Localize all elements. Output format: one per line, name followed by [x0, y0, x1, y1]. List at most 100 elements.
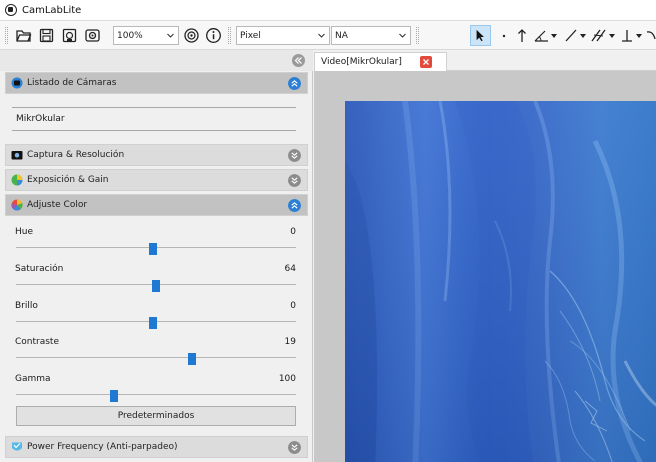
section-color-adjust[interactable]: Adjuste Color	[5, 194, 308, 216]
close-tab-button[interactable]	[420, 56, 432, 68]
chevron-down-icon	[167, 33, 174, 38]
open-button[interactable]	[14, 26, 33, 45]
dropdown-icon	[580, 33, 586, 38]
section-label: Listado de Cámaras	[27, 78, 117, 88]
slider-thumb[interactable]	[149, 317, 158, 329]
record-button[interactable]	[60, 26, 79, 45]
save-icon	[39, 28, 54, 43]
power-frequency-icon	[12, 442, 22, 451]
unit-value: Pixel	[240, 30, 261, 41]
line-tool-button[interactable]	[564, 27, 586, 44]
section-label: Adjuste Color	[27, 200, 88, 210]
slider-label: Contraste	[15, 337, 59, 347]
section-capture-resolution[interactable]: Captura & Resolución	[5, 144, 308, 166]
section-power-frequency[interactable]: Power Frequency (Anti-parpadeo)	[5, 436, 308, 458]
video-frame[interactable]	[345, 101, 656, 462]
toolbar-grip[interactable]	[228, 27, 231, 44]
slider-label: Hue	[15, 227, 34, 237]
camera-list-item[interactable]: MikrOkular	[12, 107, 296, 131]
settings-icon	[184, 28, 199, 43]
cursor-icon	[476, 29, 484, 42]
line-icon	[565, 29, 577, 42]
collapse-panel-button[interactable]	[292, 54, 305, 67]
arrow-up-icon	[518, 29, 526, 42]
slider-label: Gamma	[15, 374, 51, 384]
toolbar-grip[interactable]	[416, 27, 419, 44]
angle-icon	[534, 30, 548, 42]
snapshot-icon	[85, 29, 100, 42]
slider-value: 64	[284, 264, 296, 274]
slider-track[interactable]	[16, 394, 296, 395]
chevron-up-icon[interactable]	[288, 199, 301, 212]
camera-name: MikrOkular	[16, 114, 65, 124]
slider-track[interactable]	[16, 357, 296, 358]
slider-value: 0	[290, 301, 296, 311]
record-icon	[62, 28, 77, 43]
perpendicular-icon	[622, 30, 632, 42]
chevron-down-icon	[399, 33, 406, 38]
unit-select[interactable]: Pixel	[236, 26, 330, 45]
calibration-select[interactable]: NA	[331, 26, 411, 45]
arrow-tool-button[interactable]	[516, 27, 528, 44]
microscope-image	[345, 101, 656, 462]
close-icon	[423, 59, 429, 65]
slider-thumb[interactable]	[110, 390, 118, 402]
app-logo-icon	[5, 4, 17, 16]
open-folder-icon	[16, 30, 32, 42]
title-bar: CamLabLite	[0, 0, 656, 21]
angle-tool-button[interactable]	[533, 27, 557, 44]
control-panel: Listado de Cámaras MikrOkular Captura & …	[0, 50, 313, 462]
arc-icon	[646, 31, 656, 40]
perpendicular-tool-button[interactable]	[620, 27, 642, 44]
tab-video[interactable]: Video[MikrOkular]	[314, 52, 447, 71]
dropdown-icon	[551, 33, 557, 38]
zoom-value: 100%	[117, 30, 143, 41]
double-chevron-left-icon	[294, 57, 302, 64]
chevron-down-icon[interactable]	[288, 441, 301, 454]
zoom-select[interactable]: 100%	[113, 26, 179, 45]
slider-value: 100	[278, 374, 296, 384]
chevron-up-icon[interactable]	[288, 77, 301, 90]
slider-thumb[interactable]	[149, 243, 158, 255]
slider-thumb[interactable]	[188, 353, 197, 365]
calibration-value: NA	[335, 30, 348, 41]
slider-label: Saturación	[15, 264, 64, 274]
info-icon	[206, 28, 221, 43]
slider-value: 0	[290, 227, 296, 237]
window-title: CamLabLite	[22, 4, 82, 16]
arc-tool-button[interactable]	[646, 27, 656, 44]
panel-header	[0, 50, 313, 71]
chevron-down-icon[interactable]	[288, 149, 301, 162]
exposure-icon	[11, 174, 23, 186]
slider-thumb[interactable]	[152, 280, 160, 292]
slider-value: 19	[284, 337, 296, 347]
color-wheel-icon	[11, 199, 23, 211]
section-exposure-gain[interactable]: Exposición & Gain	[5, 169, 308, 191]
section-label: Captura & Resolución	[27, 150, 125, 160]
camera-icon	[11, 151, 23, 160]
camera-list-icon	[11, 77, 23, 89]
dropdown-icon	[609, 33, 615, 38]
point-icon	[502, 34, 506, 38]
snapshot-button[interactable]	[83, 26, 102, 45]
select-tool-button[interactable]	[470, 25, 491, 46]
dropdown-icon	[636, 33, 642, 38]
slider-label: Brillo	[15, 301, 38, 311]
camera-settings-button[interactable]	[182, 26, 201, 45]
parallel-lines-icon	[591, 29, 606, 42]
defaults-button[interactable]: Predeterminados	[16, 406, 296, 426]
section-camera-list[interactable]: Listado de Cámaras	[5, 72, 308, 94]
save-button[interactable]	[37, 26, 56, 45]
point-tool-button[interactable]	[500, 27, 508, 44]
tab-label: Video[MikrOkular]	[321, 57, 402, 67]
parallel-tool-button[interactable]	[591, 27, 615, 44]
info-button[interactable]	[204, 26, 223, 45]
view-tabbar: Video[MikrOkular]	[314, 50, 656, 71]
toolbar: 100% Pixel NA	[0, 21, 656, 50]
section-label: Exposición & Gain	[27, 175, 109, 185]
video-viewer[interactable]	[314, 71, 656, 462]
chevron-down-icon[interactable]	[288, 174, 301, 187]
section-label: Power Frequency (Anti-parpadeo)	[27, 442, 178, 452]
toolbar-grip[interactable]	[5, 27, 8, 44]
chevron-down-icon	[318, 33, 325, 38]
